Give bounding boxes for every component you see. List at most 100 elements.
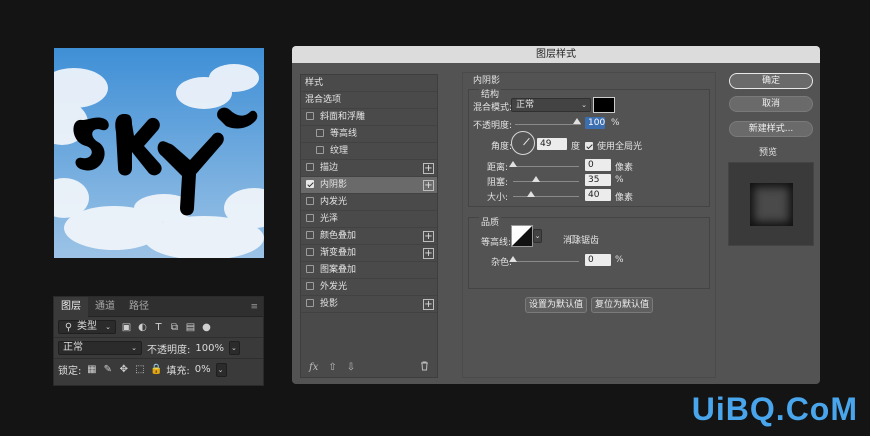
style-item-checkbox[interactable] (306, 163, 314, 171)
style-item[interactable]: 图案叠加 (301, 262, 437, 279)
shape-filter-icon[interactable]: ⧉ (169, 322, 180, 333)
opacity-value[interactable]: 100% (195, 343, 224, 354)
style-item[interactable]: 混合选项 (301, 92, 437, 109)
adjustment-filter-icon[interactable]: ◐ (137, 322, 148, 333)
style-item-checkbox[interactable] (306, 231, 314, 239)
reset-default-button[interactable]: 复位为默认值 (591, 297, 653, 313)
fx-icon[interactable]: fx (309, 362, 318, 373)
style-item[interactable]: 投影 + (301, 296, 437, 313)
filter-toggle-icon[interactable]: ● (201, 322, 212, 333)
lock-image-icon[interactable]: ✎ (102, 364, 113, 375)
style-item-checkbox[interactable] (306, 180, 314, 188)
tab-layers[interactable]: 图层 (54, 296, 88, 317)
angle-input[interactable]: 49 (537, 138, 567, 150)
fill-value[interactable]: 0% (195, 364, 211, 375)
dialog-title: 图层样式 (292, 46, 820, 63)
style-item-checkbox[interactable] (306, 112, 314, 120)
opacity-slider-thumb[interactable] (573, 118, 581, 124)
choke-unit: % (615, 175, 624, 185)
add-effect-icon[interactable]: + (423, 163, 434, 174)
style-item-checkbox[interactable] (306, 299, 314, 307)
style-item[interactable]: 内发光 (301, 194, 437, 211)
add-effect-icon[interactable]: + (423, 180, 434, 191)
fill-label: 填充: (166, 366, 190, 377)
style-item-label: 图案叠加 (320, 265, 357, 275)
choke-input[interactable]: 35 (585, 174, 611, 186)
noise-slider-thumb[interactable] (509, 256, 517, 262)
style-item[interactable]: 斜面和浮雕 (301, 109, 437, 126)
lock-all-icon[interactable]: 🔒 (150, 364, 162, 375)
layer-filter-select[interactable]: ⚲ 类型 ⌄ (58, 320, 116, 334)
smart-object-filter-icon[interactable]: ▤ (185, 322, 196, 333)
noise-input[interactable]: 0 (585, 254, 611, 266)
size-input[interactable]: 40 (585, 189, 611, 201)
shadow-color-swatch[interactable] (593, 97, 615, 113)
contour-preview[interactable] (511, 225, 533, 247)
blend-mode-label: 混合模式: (473, 103, 513, 113)
size-slider-thumb[interactable] (527, 191, 535, 197)
style-item-checkbox[interactable] (306, 265, 314, 273)
style-item[interactable]: 颜色叠加 + (301, 228, 437, 245)
style-item-label: 描边 (320, 163, 339, 173)
opacity-input[interactable]: 100 (585, 117, 605, 129)
chevron-down-icon: ⌄ (105, 323, 111, 331)
distance-slider-thumb[interactable] (509, 161, 517, 167)
style-item[interactable]: 光泽 (301, 211, 437, 228)
lock-transparent-icon[interactable]: ▦ (86, 364, 97, 375)
distance-unit: 像素 (615, 163, 634, 173)
fill-dropdown-icon[interactable]: ⌄ (215, 362, 227, 377)
tab-paths[interactable]: 路径 (122, 297, 156, 317)
ok-button[interactable]: 确定 (729, 73, 813, 89)
add-effect-icon[interactable]: + (423, 231, 434, 242)
style-item[interactable]: 样式 (301, 75, 437, 92)
opacity-dropdown-icon[interactable]: ⌄ (228, 341, 240, 355)
style-item-checkbox[interactable] (306, 197, 314, 205)
style-item-checkbox[interactable] (306, 214, 314, 222)
styles-list: 样式 混合选项 斜面和浮雕 等高线 纹理 描边 + 内阴影 + 内发光 光泽 颜色叠加 + 渐变叠加 + 图案… (300, 74, 438, 378)
choke-slider-track[interactable] (513, 181, 579, 182)
type-filter-icon[interactable]: T (153, 322, 164, 333)
style-item-checkbox[interactable] (316, 129, 324, 137)
style-item-label: 颜色叠加 (320, 231, 357, 241)
style-item[interactable]: 纹理 (301, 143, 437, 160)
style-item-checkbox[interactable] (306, 282, 314, 290)
style-item-checkbox[interactable] (306, 248, 314, 256)
style-item-label: 外发光 (320, 282, 348, 292)
trash-icon[interactable] (420, 361, 429, 374)
size-slider-track[interactable] (513, 196, 579, 197)
blend-mode-select[interactable]: 正常 ⌄ (58, 341, 142, 355)
set-default-button[interactable]: 设置为默认值 (525, 297, 587, 313)
distance-input[interactable]: 0 (585, 159, 611, 171)
pixel-filter-icon[interactable]: ▣ (121, 322, 132, 333)
cancel-button[interactable]: 取消 (729, 96, 813, 112)
global-light-checkbox[interactable] (585, 142, 593, 150)
blend-mode-dropdown[interactable]: 正常 ⌄ (511, 98, 591, 112)
style-item-checkbox[interactable] (316, 146, 324, 154)
style-item[interactable]: 渐变叠加 + (301, 245, 437, 262)
angle-dial[interactable] (511, 131, 535, 155)
style-item[interactable]: 描边 + (301, 160, 437, 177)
noise-slider-track[interactable] (513, 261, 579, 262)
move-up-icon[interactable]: ⇧ (328, 362, 336, 373)
choke-slider-thumb[interactable] (532, 176, 540, 182)
new-style-button[interactable]: 新建样式... (729, 121, 813, 137)
style-item-label: 斜面和浮雕 (320, 112, 366, 122)
opacity-slider-track[interactable] (515, 124, 581, 125)
style-item[interactable]: 外发光 (301, 279, 437, 296)
lock-label: 锁定: (58, 366, 82, 377)
move-down-icon[interactable]: ⇩ (347, 362, 355, 373)
contour-label: 等高线: (481, 238, 512, 248)
style-item[interactable]: 等高线 (301, 126, 437, 143)
tab-channels[interactable]: 通道 (88, 297, 122, 317)
distance-slider-track[interactable] (513, 166, 579, 167)
lock-position-icon[interactable]: ✥ (118, 364, 129, 375)
chevron-down-icon: ⌄ (581, 101, 587, 109)
angle-unit: 度 (571, 142, 581, 152)
style-item-label: 投影 (320, 299, 339, 309)
contour-dropdown-icon[interactable]: ⌄ (533, 229, 542, 243)
panel-menu-icon[interactable]: ≡ (250, 302, 258, 312)
add-effect-icon[interactable]: + (423, 299, 434, 310)
lock-artboard-icon[interactable]: ⬚ (134, 364, 145, 375)
add-effect-icon[interactable]: + (423, 248, 434, 259)
style-item[interactable]: 内阴影 + (301, 177, 437, 194)
